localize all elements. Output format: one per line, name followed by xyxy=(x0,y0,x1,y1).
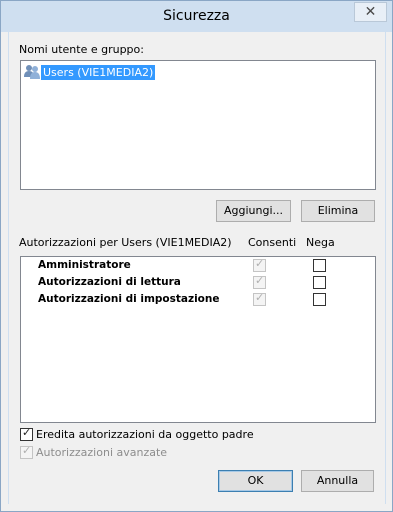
allow-checkbox: ✓ xyxy=(253,274,266,289)
checkmark-icon: ✓ xyxy=(255,291,265,304)
title-bar[interactable]: Sicurezza ✕ xyxy=(1,1,392,32)
users-group-label: Nomi utente e gruppo: xyxy=(19,43,144,56)
permissions-label: Autorizzazioni per Users (VIE1MEDIA2) xyxy=(19,236,232,249)
security-dialog: Sicurezza ✕ Nomi utente e gruppo: Users … xyxy=(0,0,393,512)
permission-name: Amministratore xyxy=(38,259,131,271)
dialog-title: Sicurezza xyxy=(163,8,230,24)
permission-name: Autorizzazioni di impostazione xyxy=(38,293,220,305)
close-icon: ✕ xyxy=(364,4,377,20)
inherit-checkbox[interactable]: ✓ xyxy=(20,426,33,441)
permission-row: Amministratore ✓ xyxy=(21,257,375,274)
add-button[interactable]: Aggiungi... xyxy=(216,200,291,222)
deny-column-header: Nega xyxy=(306,236,335,249)
dialog-body: Nomi utente e gruppo: Users (VIE1MEDIA2)… xyxy=(8,32,386,504)
users-group-icon xyxy=(24,64,41,80)
users-listbox[interactable]: Users (VIE1MEDIA2) xyxy=(20,60,376,190)
ok-button[interactable]: OK xyxy=(218,470,293,492)
advanced-checkbox: ✓ xyxy=(20,444,33,459)
allow-column-header: Consenti xyxy=(248,236,297,249)
deny-checkbox[interactable] xyxy=(313,259,326,272)
advanced-label: Autorizzazioni avanzate xyxy=(36,446,168,459)
permission-name: Autorizzazioni di lettura xyxy=(38,276,181,288)
deny-checkbox[interactable] xyxy=(313,293,326,306)
checkmark-icon: ✓ xyxy=(255,257,265,270)
checkmark-icon: ✓ xyxy=(22,426,32,439)
remove-button[interactable]: Elimina xyxy=(301,200,375,222)
checkmark-icon: ✓ xyxy=(22,444,32,457)
cancel-button[interactable]: Annulla xyxy=(301,470,374,492)
inherit-label[interactable]: Eredita autorizzazioni da oggetto padre xyxy=(36,428,254,441)
list-item-users[interactable]: Users (VIE1MEDIA2) xyxy=(24,64,156,80)
close-button[interactable]: ✕ xyxy=(354,2,387,22)
deny-checkbox[interactable] xyxy=(313,276,326,289)
allow-checkbox: ✓ xyxy=(253,291,266,306)
user-group-name: Users (VIE1MEDIA2) xyxy=(41,64,156,80)
permission-row: Autorizzazioni di lettura ✓ xyxy=(21,274,375,291)
checkmark-icon: ✓ xyxy=(255,274,265,287)
permission-row: Autorizzazioni di impostazione ✓ xyxy=(21,291,375,308)
permissions-listbox[interactable]: Amministratore ✓ Autorizzazioni di lettu… xyxy=(20,256,376,423)
allow-checkbox: ✓ xyxy=(253,257,266,272)
